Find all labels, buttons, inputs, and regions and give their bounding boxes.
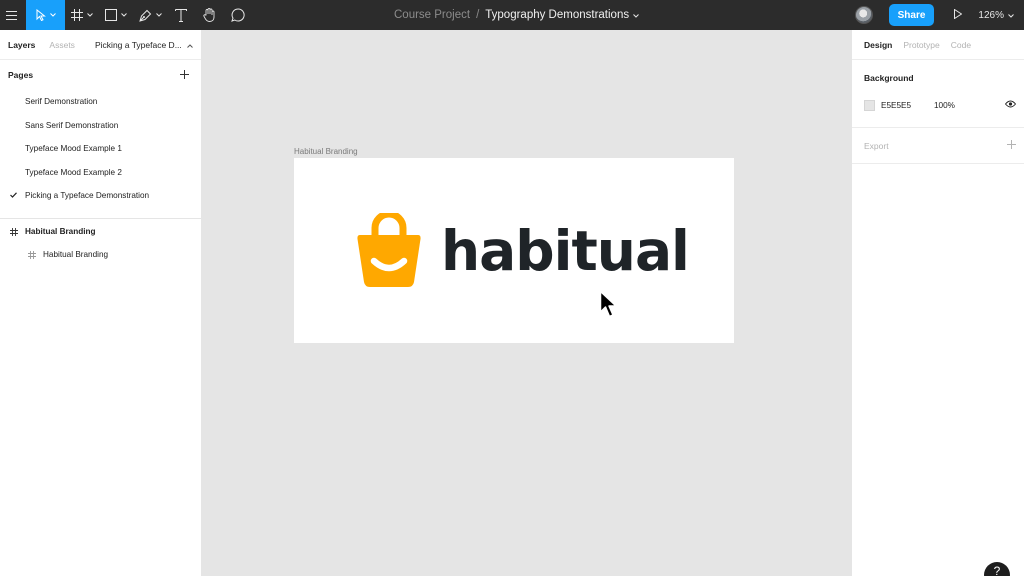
page-item-label: Picking a Typeface Demonstration: [25, 191, 150, 201]
pages-title: Pages: [8, 70, 34, 80]
hand-icon: [202, 8, 216, 22]
main-menu-button[interactable]: [0, 0, 22, 30]
logo-wordmark[interactable]: habitual: [441, 221, 690, 281]
add-page-icon[interactable]: [180, 69, 189, 81]
toolbar: Course Project / Typography Demonstratio…: [0, 0, 1024, 30]
background-section-title: Background: [864, 73, 914, 83]
pages-header: Pages: [0, 60, 201, 90]
text-icon: [175, 8, 187, 22]
page-item[interactable]: Typeface Mood Example 1: [0, 137, 201, 161]
chevron-down-icon[interactable]: [633, 9, 639, 21]
frame-icon: [10, 227, 18, 238]
present-button[interactable]: [946, 0, 970, 30]
page-item[interactable]: Sans Serif Demonstration: [0, 114, 201, 138]
chevron-down-icon: [121, 13, 127, 17]
text-tool-button[interactable]: [167, 0, 195, 30]
hamburger-menu-icon: [5, 10, 17, 20]
page-item-label: Typeface Mood Example 1: [25, 144, 122, 154]
breadcrumb-separator: /: [476, 9, 480, 21]
frame-tool-button[interactable]: [65, 0, 99, 30]
layer-item-frame[interactable]: Habitual Branding: [0, 220, 201, 244]
export-section: Export: [852, 128, 1024, 164]
zoom-dropdown[interactable]: 126%: [978, 10, 1014, 21]
background-hex-input[interactable]: E5E5E5: [881, 101, 934, 110]
rectangle-icon: [105, 9, 117, 21]
background-color-swatch[interactable]: [864, 99, 875, 111]
layer-item-child[interactable]: Habitual Branding: [0, 243, 201, 267]
page-item-label: Serif Demonstration: [25, 97, 98, 107]
left-panel: Layers Assets Picking a Typeface D... Pa…: [0, 30, 202, 576]
comment-icon: [231, 8, 245, 22]
right-panel-tabs: Design Prototype Code: [852, 30, 1024, 60]
zoom-level: 126%: [978, 9, 1004, 21]
checkmark-icon: [10, 191, 17, 200]
chevron-down-icon: [1008, 10, 1014, 21]
file-name[interactable]: Typography Demonstrations: [485, 9, 629, 21]
current-page-selector[interactable]: Picking a Typeface D...: [95, 40, 193, 50]
chevron-up-icon: [186, 40, 193, 50]
eye-icon[interactable]: [1004, 100, 1017, 110]
frame-icon: [71, 9, 83, 21]
frame-label[interactable]: Habitual Branding: [294, 147, 358, 156]
comment-tool-button[interactable]: [223, 0, 253, 30]
page-item-current[interactable]: Picking a Typeface Demonstration: [0, 184, 201, 208]
breadcrumb: Course Project / Typography Demonstratio…: [394, 0, 639, 30]
habitual-branding-frame[interactable]: habitual: [294, 158, 734, 343]
export-title: Export: [864, 140, 889, 151]
play-icon: [954, 6, 963, 24]
tab-assets[interactable]: Assets: [49, 40, 75, 50]
layer-item-label: Habitual Branding: [25, 226, 96, 236]
chevron-down-icon: [155, 13, 162, 17]
right-panel: Design Prototype Code Background E5E5E5 …: [851, 30, 1024, 576]
avatar[interactable]: [854, 6, 873, 24]
divider: [0, 217, 201, 219]
page-item[interactable]: Typeface Mood Example 2: [0, 161, 201, 185]
shape-tool-button[interactable]: [99, 0, 133, 30]
chevron-down-icon: [49, 13, 56, 17]
current-page-label: Picking a Typeface D...: [95, 39, 182, 50]
share-button[interactable]: Share: [888, 4, 935, 26]
pen-tool-button[interactable]: [133, 0, 167, 30]
canvas[interactable]: Habitual Branding habitual: [202, 30, 851, 576]
tab-layers[interactable]: Layers: [8, 40, 35, 50]
frame-icon: [28, 251, 36, 261]
pen-icon: [138, 9, 152, 22]
tab-design[interactable]: Design: [864, 40, 892, 50]
add-export-icon[interactable]: [1007, 140, 1016, 151]
left-panel-tabs: Layers Assets Picking a Typeface D...: [0, 30, 201, 60]
layer-item-label: Habitual Branding: [43, 250, 109, 260]
tab-prototype[interactable]: Prototype: [903, 40, 939, 50]
background-fill-row: E5E5E5 100%: [852, 92, 1024, 118]
project-link[interactable]: Course Project: [394, 9, 470, 21]
hand-tool-button[interactable]: [195, 0, 223, 30]
page-item-label: Sans Serif Demonstration: [25, 120, 119, 130]
pointer-icon: [36, 9, 46, 21]
mouse-cursor-icon: [599, 290, 619, 325]
page-item-label: Typeface Mood Example 2: [25, 167, 122, 177]
tab-code[interactable]: Code: [951, 40, 971, 50]
move-tool-button[interactable]: [26, 0, 65, 30]
shopping-bag-logo-icon[interactable]: [356, 210, 422, 293]
chevron-down-icon: [87, 13, 93, 17]
page-item[interactable]: Serif Demonstration: [0, 90, 201, 114]
toolbar-right: Share 126%: [854, 0, 1024, 30]
background-opacity-input[interactable]: 100%: [934, 101, 955, 110]
